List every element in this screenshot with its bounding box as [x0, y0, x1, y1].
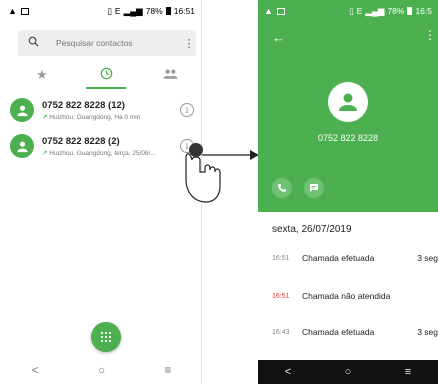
- clock-icon: [100, 67, 113, 83]
- hand-icon: [185, 153, 221, 203]
- call-detail: ↗ Huizhou, Guangdong, terça, 25/06/...: [42, 149, 156, 157]
- call-details-screen: ▲ ▯ E ▂▄▆ 78% 16:5 ← ⋮ 0752 822 8228 sex…: [258, 0, 438, 384]
- battery-icon: [407, 7, 413, 15]
- call-duration: 3 seg: [417, 253, 438, 263]
- home-button[interactable]: ○: [345, 366, 352, 378]
- search-icon: [28, 36, 44, 50]
- tab-contacts[interactable]: [138, 64, 201, 86]
- contact-avatar: [328, 82, 368, 122]
- call-history-item: 16:51 Chamada não atendida: [272, 291, 438, 301]
- battery-icon: [165, 7, 171, 15]
- avatar: [10, 134, 34, 158]
- menu-button[interactable]: ≡: [164, 363, 171, 377]
- message-icon: [310, 184, 318, 192]
- call-type: Chamada não atendida: [302, 291, 391, 301]
- tap-pointer-illustration: [185, 143, 259, 203]
- search-bar[interactable]: Pesquisar contactos ⋮: [18, 30, 196, 56]
- network-label: E: [114, 6, 121, 16]
- call-type: Chamada efetuada: [302, 253, 375, 263]
- dialpad-icon: [100, 331, 112, 343]
- call-time: 16:43: [272, 328, 290, 336]
- message-button[interactable]: [304, 178, 324, 198]
- person-icon: [16, 105, 28, 116]
- call-type: Chamada efetuada: [302, 327, 375, 337]
- back-arrow-icon[interactable]: ←: [272, 30, 285, 45]
- people-icon: [162, 68, 178, 83]
- call-log-item[interactable]: 0752 822 8228 (2) ↗ Huizhou, Guangdong, …: [6, 128, 200, 164]
- call-time: 16:51: [272, 254, 290, 262]
- outgoing-call-icon: ↗: [42, 149, 48, 157]
- person-icon: [339, 93, 357, 111]
- alert-icon: ▲: [8, 5, 17, 16]
- call-time: 16:51: [272, 292, 290, 300]
- person-icon: [16, 141, 28, 152]
- back-button[interactable]: <: [285, 366, 291, 378]
- call-button[interactable]: [272, 178, 292, 198]
- contact-header: ▲ ▯ E ▂▄▆ 78% 16:5 ← ⋮ 0752 822 8228: [258, 0, 438, 212]
- home-button[interactable]: ○: [98, 363, 105, 377]
- search-input[interactable]: Pesquisar contactos: [56, 38, 182, 48]
- call-log-screen: ▲ ▯ E ▂▄▆ 78% 16:51 Pesquisar contactos …: [2, 0, 202, 384]
- navigation-bar: < ○ ≡: [258, 360, 438, 384]
- signal-icon: ▂▄▆: [123, 5, 143, 16]
- menu-button[interactable]: ≡: [405, 366, 411, 378]
- date-heading: sexta, 26/07/2019: [272, 224, 352, 235]
- battery-percent: 78%: [145, 6, 163, 16]
- phone-icon: [278, 184, 286, 192]
- vibrate-icon: ▯: [107, 5, 112, 16]
- status-bar: ▲ ▯ E ▂▄▆ 78% 16:5: [258, 0, 438, 22]
- outgoing-call-icon: ↗: [42, 113, 48, 121]
- back-button[interactable]: <: [32, 363, 39, 377]
- call-detail: ↗ Huizhou, Guangdong, Há 0 min: [42, 113, 141, 121]
- clock-time: 16:5: [415, 6, 432, 16]
- call-duration: 3 seg: [417, 327, 438, 337]
- navigation-bar: < ○ ≡: [2, 356, 201, 384]
- contact-number: 0752 822 8228: [317, 133, 379, 143]
- network-label: E: [356, 6, 363, 16]
- screenshot-icon: [276, 7, 285, 15]
- battery-percent: 78%: [387, 6, 405, 16]
- signal-icon: ▂▄▆: [365, 5, 385, 16]
- status-bar: ▲ ▯ E ▂▄▆ 78% 16:51: [2, 0, 201, 22]
- tab-bar: ★: [10, 64, 201, 89]
- screenshot-icon: [20, 7, 29, 15]
- info-icon[interactable]: i: [180, 103, 194, 117]
- call-history-item: 16:43 Chamada efetuada 3 seg: [272, 327, 438, 337]
- call-log-item[interactable]: 0752 822 8228 (12) ↗ Huizhou, Guangdong,…: [6, 92, 200, 128]
- call-number: 0752 822 8228 (12): [42, 99, 125, 111]
- more-options-icon[interactable]: ⋮: [182, 37, 196, 50]
- vibrate-icon: ▯: [348, 5, 354, 16]
- tab-recent[interactable]: [74, 64, 138, 89]
- call-history-item: 16:51 Chamada efetuada 3 seg: [272, 253, 438, 263]
- star-icon: ★: [36, 67, 48, 82]
- call-number: 0752 822 8228 (2): [42, 135, 120, 147]
- more-options-icon[interactable]: ⋮: [424, 28, 436, 42]
- tap-indicator-icon: [189, 143, 203, 157]
- avatar: [10, 98, 34, 122]
- alert-icon: ▲: [264, 5, 273, 16]
- clock-time: 16:51: [173, 6, 195, 16]
- tab-favorites[interactable]: ★: [10, 64, 74, 86]
- dialpad-button[interactable]: [91, 322, 121, 352]
